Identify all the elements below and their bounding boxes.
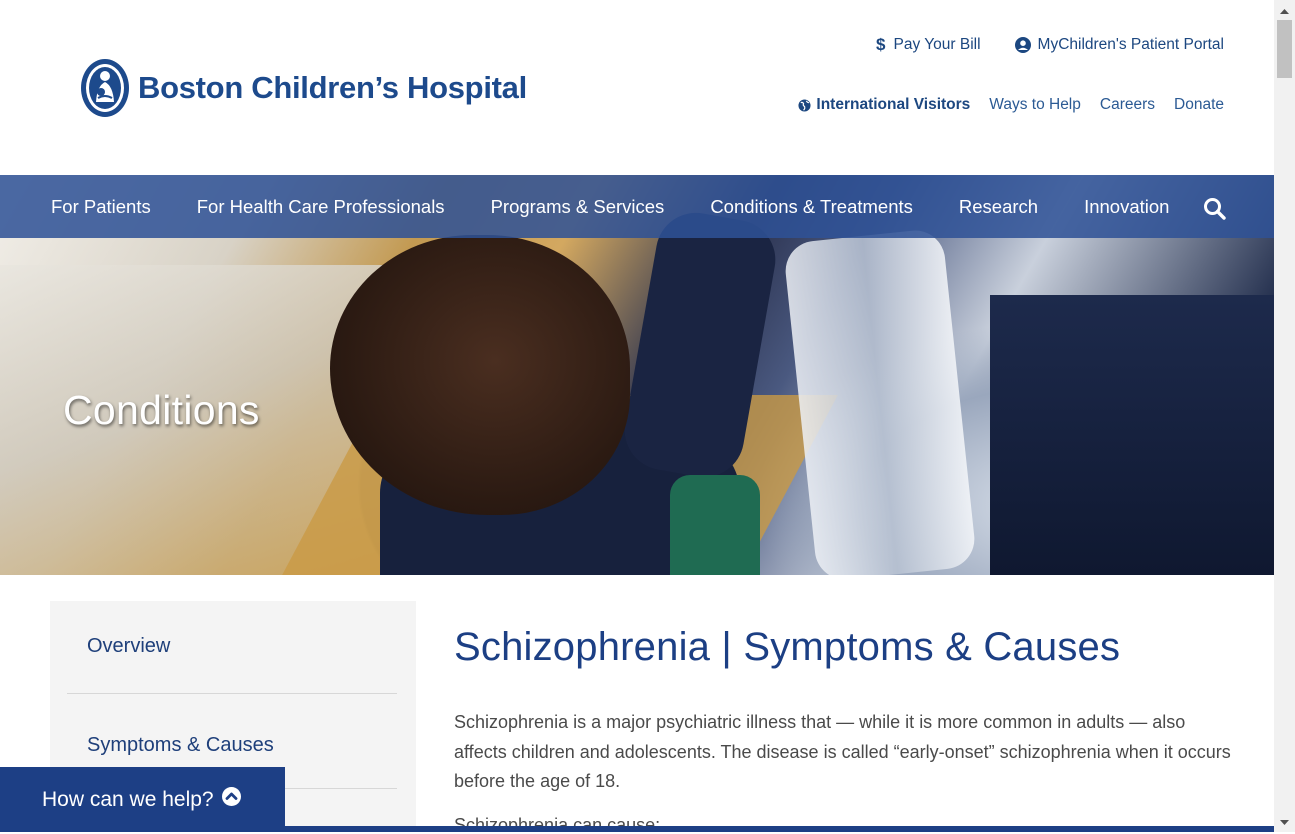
pay-bill-label: Pay Your Bill bbox=[893, 36, 981, 53]
scroll-down-arrow-icon[interactable] bbox=[1274, 816, 1295, 828]
hero-title: Conditions bbox=[63, 387, 260, 433]
patient-portal-label: MyChildren's Patient Portal bbox=[1037, 36, 1224, 53]
international-visitors-link[interactable]: International Visitors bbox=[798, 96, 970, 114]
search-icon[interactable] bbox=[1203, 197, 1226, 225]
site-header: Boston Children’s Hospital $ Pay Your Bi… bbox=[0, 0, 1274, 175]
patient-portal-link[interactable]: MyChildren's Patient Portal bbox=[1014, 36, 1224, 54]
nav-conditions-treatments[interactable]: Conditions & Treatments bbox=[710, 196, 913, 218]
page: Boston Children’s Hospital $ Pay Your Bi… bbox=[0, 0, 1274, 832]
user-circle-icon bbox=[1014, 37, 1031, 53]
scrollbar[interactable] bbox=[1274, 0, 1295, 832]
page-title: Schizophrenia | Symptoms & Causes bbox=[454, 625, 1121, 669]
sidebar-item-symptoms-causes[interactable]: Symptoms & Causes bbox=[87, 734, 274, 757]
help-widget-label: How can we help? bbox=[42, 787, 214, 811]
nav-for-patients[interactable]: For Patients bbox=[51, 196, 151, 218]
pay-bill-link[interactable]: $ Pay Your Bill bbox=[876, 36, 981, 54]
scroll-up-arrow-icon[interactable] bbox=[1274, 4, 1295, 16]
sidebar-item-overview[interactable]: Overview bbox=[87, 635, 170, 658]
nav-research[interactable]: Research bbox=[959, 196, 1038, 218]
utility-nav-top: $ Pay Your Bill MyChildren's Patient Por… bbox=[876, 36, 1225, 54]
sidebar-divider bbox=[67, 693, 397, 694]
brand-name: Boston Children’s Hospital bbox=[138, 70, 527, 105]
globe-icon bbox=[798, 98, 811, 112]
svg-text:$: $ bbox=[876, 36, 886, 54]
donate-link[interactable]: Donate bbox=[1174, 96, 1224, 114]
help-widget-button[interactable]: How can we help? bbox=[0, 767, 285, 832]
chevron-up-icon bbox=[221, 787, 241, 812]
site-logo[interactable]: Boston Children’s Hospital bbox=[80, 58, 527, 118]
nav-innovation[interactable]: Innovation bbox=[1084, 196, 1169, 218]
ways-to-help-link[interactable]: Ways to Help bbox=[989, 96, 1081, 114]
main-content: Schizophrenia | Symptoms & Causes Schizo… bbox=[454, 625, 1234, 832]
nav-programs-services[interactable]: Programs & Services bbox=[491, 196, 665, 218]
international-visitors-label: International Visitors bbox=[816, 96, 971, 113]
intro-paragraph: Schizophrenia is a major psychiatric ill… bbox=[454, 712, 1231, 791]
utility-nav-bottom: International Visitors Ways to Help Care… bbox=[798, 96, 1224, 114]
main-nav: For Patients For Health Care Professiona… bbox=[0, 175, 1274, 238]
dollar-icon: $ bbox=[876, 36, 887, 54]
nav-health-care-professionals[interactable]: For Health Care Professionals bbox=[197, 196, 445, 218]
hero-green-shape bbox=[670, 475, 760, 575]
hero-dark-area bbox=[990, 295, 1274, 575]
careers-link[interactable]: Careers bbox=[1100, 96, 1155, 114]
bottom-strip bbox=[285, 826, 1274, 832]
hero-banner: For Patients For Health Care Professiona… bbox=[0, 175, 1274, 575]
scrollbar-thumb[interactable] bbox=[1277, 20, 1292, 78]
hospital-seal-icon bbox=[81, 59, 129, 117]
hero-walker bbox=[782, 227, 978, 575]
